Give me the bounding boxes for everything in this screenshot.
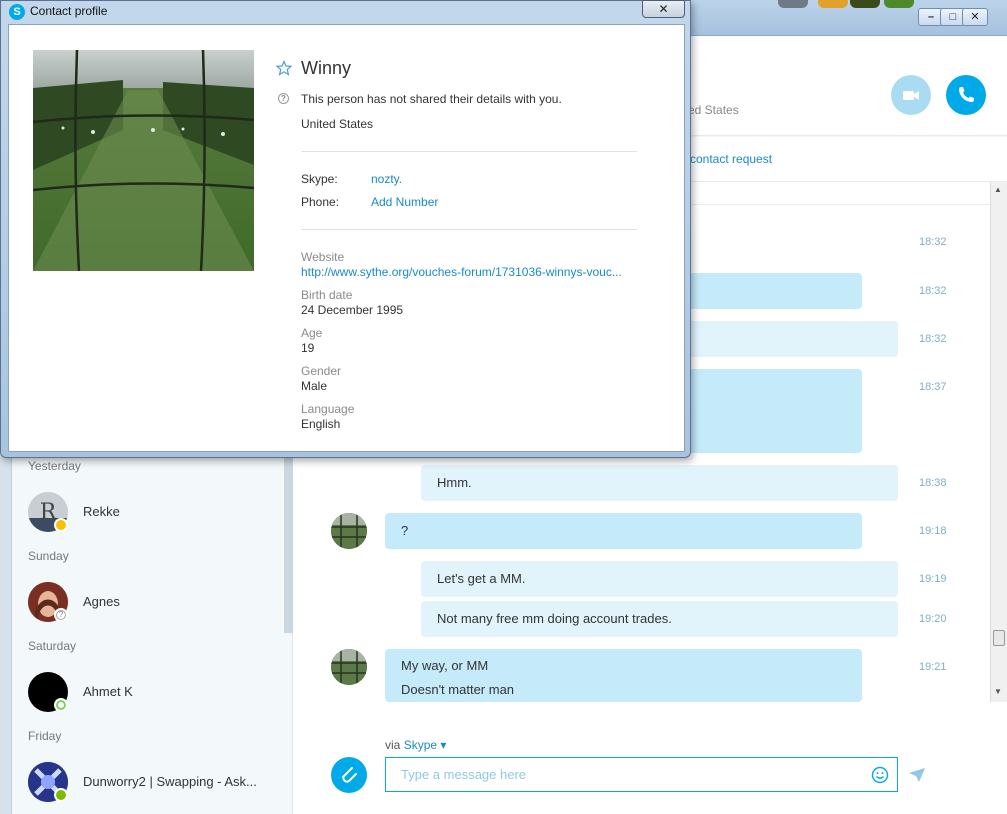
message-time: 19:20	[919, 613, 947, 625]
message-time: 19:19	[919, 573, 947, 585]
status-away-icon	[54, 518, 68, 532]
attach-button[interactable]	[331, 757, 367, 793]
message-bubble[interactable]: Hmm.	[421, 465, 898, 501]
video-call-button[interactable]	[891, 75, 931, 115]
contact-avatar[interactable]	[331, 513, 367, 549]
main-window-titlebar: – □ ✕	[690, 0, 1007, 36]
message-text: Doesn't matter man	[401, 682, 515, 697]
contact-profile-window: S Contact profile ✕ Winny ? This person …	[0, 0, 691, 458]
message-text: My way, or MM	[401, 658, 489, 673]
age-value: 19	[301, 341, 315, 355]
emoji-icon[interactable]	[871, 766, 889, 784]
recent-item-agnes[interactable]: ? Agnes	[12, 572, 284, 632]
language-value: English	[301, 417, 341, 431]
tray-icon	[884, 0, 914, 8]
message-time: 18:32	[919, 236, 947, 248]
message-bubble[interactable]: Not many free mm doing account trades.	[421, 601, 898, 637]
tray-icon	[818, 0, 848, 8]
day-header: Friday	[28, 729, 62, 743]
chat-scrollbar[interactable]: ▲ ▼	[990, 182, 1007, 702]
skype-logo-icon: S	[9, 4, 25, 20]
message-bubble[interactable]: Let's get a MM.	[421, 561, 898, 597]
contact-country: United States	[301, 117, 374, 131]
contact-avatar[interactable]	[331, 649, 367, 685]
skype-label: Skype:	[301, 172, 338, 186]
status-unknown-icon: ?	[54, 608, 68, 622]
phone-label: Phone:	[301, 195, 340, 209]
contact-location: ed States	[688, 103, 739, 117]
website-label: Website	[301, 250, 345, 264]
recent-item-rekke[interactable]: R Rekke	[12, 482, 284, 542]
video-camera-icon	[903, 91, 919, 100]
send-contact-request-link[interactable]: contact request	[690, 152, 772, 166]
via-selector[interactable]: via Skype ▾	[385, 738, 446, 752]
divider	[301, 229, 637, 230]
avatar-photo	[331, 513, 367, 549]
day-header: Yesterday	[28, 459, 81, 473]
message-time: 18:38	[919, 477, 947, 489]
close-button[interactable]: ✕	[962, 8, 988, 26]
star-icon[interactable]	[276, 60, 292, 76]
via-prefix: via	[385, 738, 401, 752]
close-button[interactable]: ✕	[642, 0, 685, 18]
profile-photo-image	[33, 50, 254, 271]
contact-name: Agnes	[83, 594, 120, 609]
contact-name: Ahmet K	[83, 684, 133, 699]
contact-name: Dunworry2 | Swapping - Ask...	[83, 774, 257, 789]
skype-name-value[interactable]: nozty.	[371, 172, 402, 186]
language-label: Language	[301, 402, 355, 416]
scroll-up-arrow[interactable]: ▲	[994, 185, 1002, 194]
recent-item-ahmet-k[interactable]: Ahmet K	[12, 662, 284, 722]
profile-photo[interactable]	[33, 50, 254, 271]
gender-value: Male	[301, 379, 328, 393]
day-header: Saturday	[28, 639, 77, 653]
privacy-notice: This person has not shared their details…	[301, 92, 562, 106]
help-circle-icon: ?	[278, 93, 289, 104]
recent-list-scrollbar[interactable]	[284, 455, 293, 633]
message-time: 19:21	[919, 661, 947, 673]
contact-name: Winny	[301, 58, 352, 78]
tray-icon	[850, 0, 880, 8]
age-label: Age	[301, 326, 323, 340]
message-text: ?	[401, 523, 409, 538]
birth-date-label: Birth date	[301, 288, 353, 302]
scroll-down-arrow[interactable]: ▼	[994, 687, 1002, 696]
message-bubble[interactable]: My way, or MM Doesn't matter man	[385, 649, 862, 702]
message-time: 18:32	[919, 285, 947, 297]
window-title: Contact profile	[30, 4, 108, 18]
contact-name: Rekke	[83, 504, 120, 519]
divider	[301, 151, 637, 152]
via-service-dropdown[interactable]: Skype ▾	[404, 738, 447, 752]
gender-label: Gender	[301, 364, 342, 378]
scrollbar-thumb[interactable]	[993, 630, 1005, 646]
message-time: 18:32	[919, 333, 947, 345]
message-time: 18:37	[919, 381, 947, 393]
send-icon[interactable]	[908, 767, 926, 783]
message-text: Not many free mm doing account trades.	[437, 611, 672, 626]
profile-body: Winny ? This person has not shared their…	[8, 24, 685, 452]
paperclip-icon	[342, 767, 357, 783]
recent-item-dunworry2[interactable]: Dunworry2 | Swapping - Ask...	[12, 752, 284, 812]
status-offline-icon	[54, 698, 68, 712]
message-text: Let's get a MM.	[437, 571, 526, 586]
audio-call-button[interactable]	[946, 75, 986, 115]
avatar-photo	[331, 649, 367, 685]
website-link[interactable]: http://www.sythe.org/vouches-forum/17310…	[301, 265, 637, 279]
profile-titlebar[interactable]: S Contact profile ✕	[1, 0, 690, 23]
window-edge	[0, 455, 12, 814]
message-text: Hmm.	[437, 475, 472, 490]
phone-icon	[959, 87, 974, 102]
tray-icon	[778, 0, 808, 8]
day-header: Sunday	[28, 549, 69, 563]
message-bubble[interactable]: ?	[385, 513, 862, 549]
message-time: 19:18	[919, 525, 947, 537]
birth-date-value: 24 December 1995	[301, 303, 404, 317]
add-number-link[interactable]: Add Number	[371, 195, 438, 209]
status-online-icon	[54, 788, 68, 802]
message-input[interactable]	[385, 757, 898, 792]
